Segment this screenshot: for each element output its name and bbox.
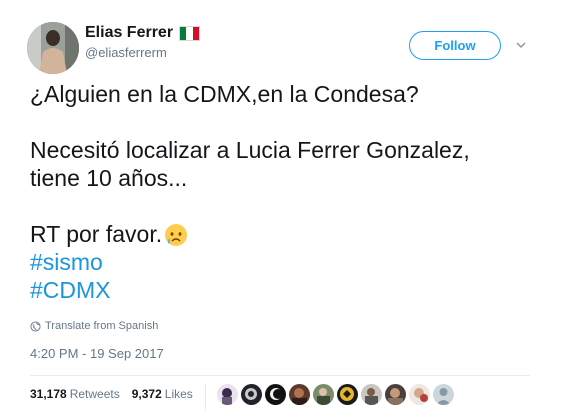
- globe-icon: [30, 320, 41, 332]
- liker-avatar-6[interactable]: [337, 384, 358, 405]
- translate-label[interactable]: Translate from Spanish: [45, 320, 158, 332]
- liker-avatar-4[interactable]: [289, 384, 310, 405]
- tweet-text: ¿Alguien en la CDMX,en la Condesa? Neces…: [30, 80, 530, 304]
- tweet-timestamp[interactable]: 4:20 PM - 19 Sep 2017: [30, 346, 164, 361]
- tweet-stats: 31,178 Retweets 9,372 Likes: [30, 387, 205, 401]
- liker-avatar-8[interactable]: [385, 384, 406, 405]
- divider: [30, 375, 530, 376]
- hashtag-sismo[interactable]: #sismo: [30, 248, 530, 276]
- tweet-line-2: Necesitó localizar a Lucia Ferrer Gonzal…: [30, 137, 470, 163]
- liker-avatar-10[interactable]: [433, 384, 454, 405]
- likes-stat[interactable]: 9,372 Likes: [132, 387, 193, 401]
- liker-avatar-1[interactable]: [217, 384, 238, 405]
- translate-link[interactable]: Translate from Spanish: [30, 320, 158, 332]
- author-avatar[interactable]: [27, 22, 79, 74]
- retweets-count: 31,178: [30, 387, 67, 401]
- mexico-flag-icon: [179, 25, 201, 41]
- author-name[interactable]: Elias Ferrer: [85, 24, 173, 42]
- liker-avatar-3[interactable]: [265, 384, 286, 405]
- liker-avatar-5[interactable]: [313, 384, 334, 405]
- liker-avatar-7[interactable]: [361, 384, 382, 405]
- liker-avatars: [217, 384, 454, 405]
- author-handle[interactable]: @eliasferrerm: [85, 45, 167, 60]
- follow-button[interactable]: Follow: [409, 31, 501, 60]
- chevron-down-icon[interactable]: [514, 38, 528, 52]
- tweet-line-4: RT por favor.: [30, 221, 163, 247]
- retweets-label: Retweets: [69, 387, 120, 401]
- crying-face-emoji-icon: [165, 224, 188, 246]
- likes-label: Likes: [164, 387, 193, 401]
- hashtag-cdmx[interactable]: #CDMX: [30, 276, 530, 304]
- likes-count: 9,372: [131, 387, 162, 401]
- liker-avatar-9[interactable]: [409, 384, 430, 405]
- tweet-line-1: ¿Alguien en la CDMX,en la Condesa?: [30, 81, 419, 107]
- tweet-line-3: tiene 10 años...: [30, 165, 188, 191]
- stats-separator: [205, 383, 206, 411]
- liker-avatar-2[interactable]: [241, 384, 262, 405]
- retweets-stat[interactable]: 31,178 Retweets: [30, 387, 120, 401]
